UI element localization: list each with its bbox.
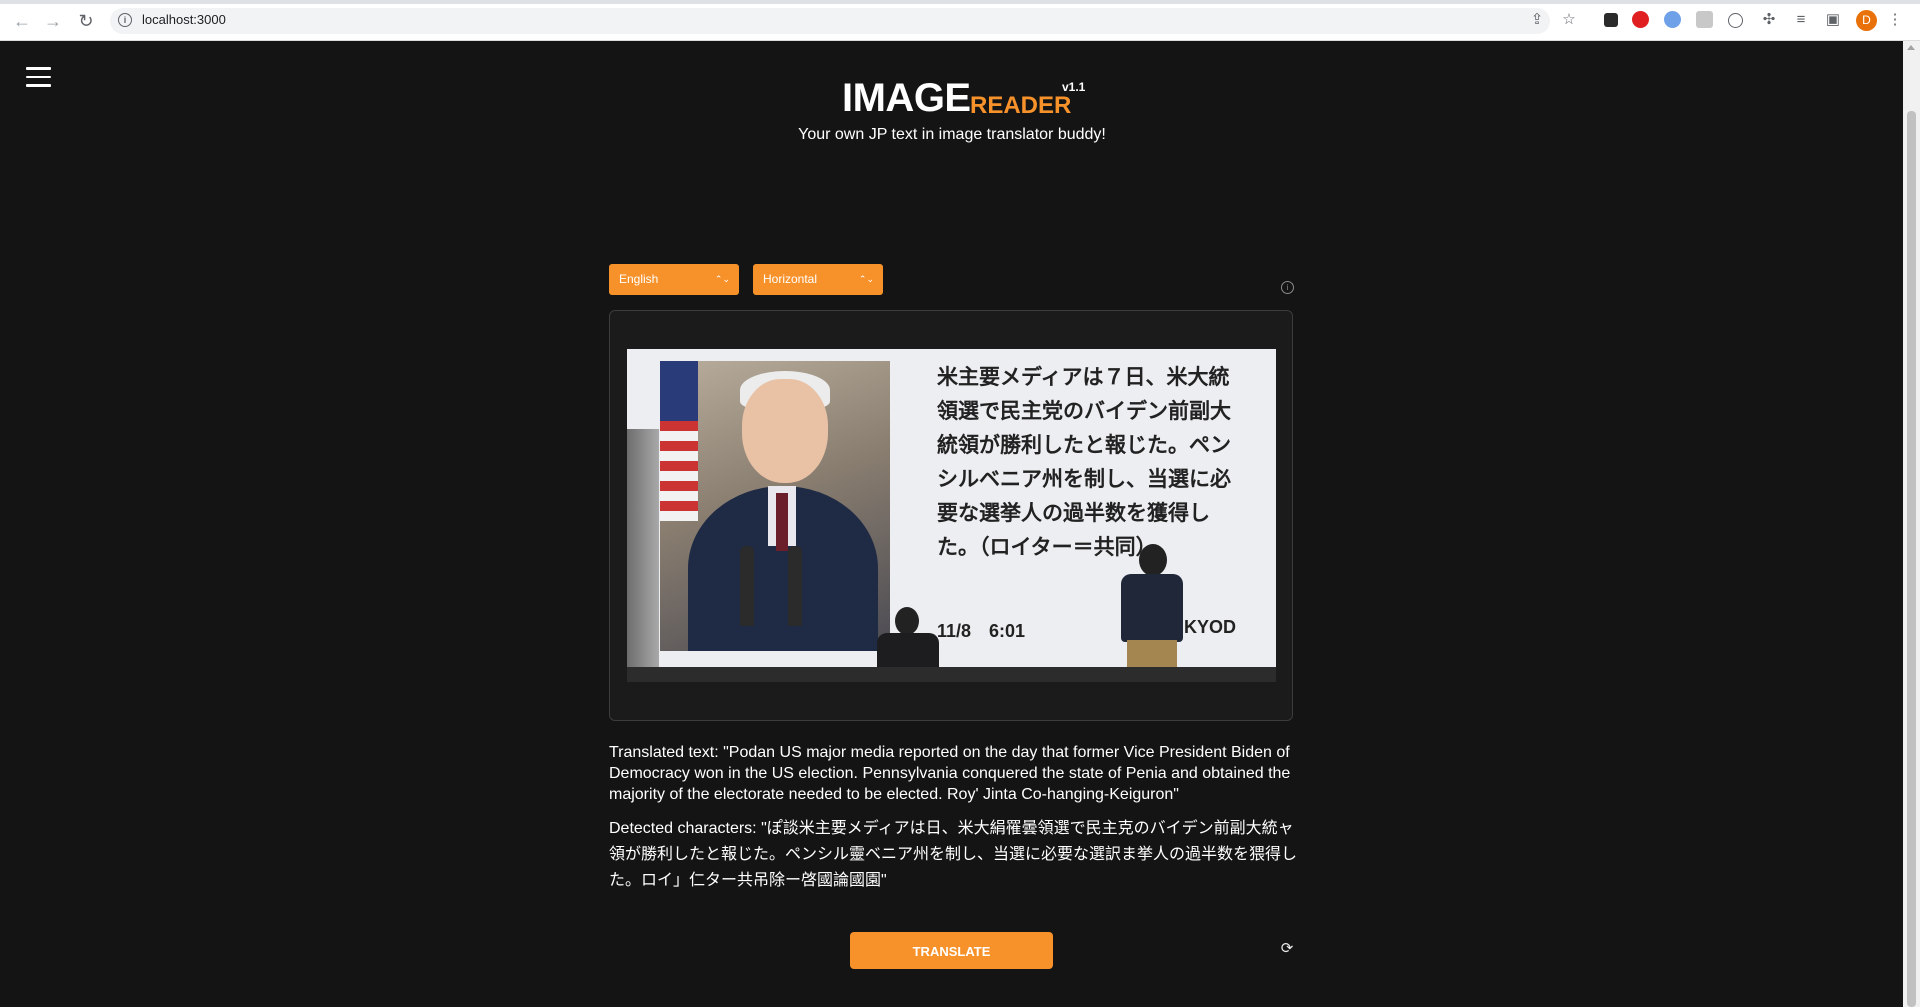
- reload-icon[interactable]: ↻: [76, 12, 96, 30]
- language-select-value: English: [619, 272, 659, 286]
- orientation-select-value: Horizontal: [763, 272, 818, 286]
- app-logo: IMAGE READER v1.1: [842, 76, 1102, 120]
- reading-list-icon[interactable]: ≡: [1792, 11, 1810, 29]
- site-info-icon[interactable]: i: [118, 13, 132, 27]
- tagline: Your own JP text in image translator bud…: [798, 126, 1106, 143]
- logo-reader-text: READER: [970, 92, 1072, 119]
- logo-image-text: IMAGE: [842, 76, 971, 120]
- hamburger-menu-icon[interactable]: [26, 67, 51, 87]
- browser-toolbar: ← → ↻ i localhost:3000 ⇪ ☆ ✣ ≡ ▣ D ⋮: [0, 0, 1920, 41]
- browser-menu-icon[interactable]: ⋮: [1886, 11, 1904, 29]
- version-badge: v1.1: [1062, 80, 1086, 94]
- image-jp-caption: 米主要メディアは７日、米大統領選で民主党のバイデン前副大統領が勝利したと報じた。…: [937, 366, 1231, 559]
- tab-strip: [0, 0, 1920, 4]
- extensions-puzzle-icon[interactable]: ✣: [1760, 11, 1778, 29]
- translated-text: Translated text: "Podan US major media r…: [609, 744, 1291, 803]
- image-left-panel: [627, 429, 659, 669]
- info-icon[interactable]: i: [1281, 281, 1294, 294]
- forward-arrow-icon[interactable]: →: [43, 12, 63, 30]
- uploaded-image: 米主要メディアは７日、米大統領選で民主党のバイデン前副大統領が勝利したと報じた。…: [627, 349, 1276, 682]
- image-person-standing: [1117, 544, 1187, 682]
- language-select[interactable]: English ⌃⌄: [609, 264, 739, 295]
- bookmark-star-icon[interactable]: ☆: [1560, 11, 1578, 29]
- extension-opera-icon[interactable]: [1632, 11, 1649, 28]
- scrollbar-thumb[interactable]: [1907, 111, 1916, 1007]
- scroll-up-arrow-icon[interactable]: [1907, 45, 1915, 50]
- select-chevron-icon: ⌃⌄: [858, 274, 874, 284]
- select-chevron-icon: ⌃⌄: [714, 274, 730, 284]
- profile-avatar[interactable]: D: [1856, 10, 1877, 31]
- image-source-label: KYOD: [1184, 617, 1237, 637]
- page-scrollbar[interactable]: [1903, 41, 1920, 1007]
- address-bar[interactable]: i localhost:3000: [110, 8, 1550, 34]
- extension-lens-icon[interactable]: [1728, 13, 1743, 28]
- detected-characters: Detected characters: "ぽ談米主要メディアは日、米大絹罹曇領…: [609, 820, 1298, 889]
- image-stage-floor: [627, 667, 1276, 682]
- side-panel-icon[interactable]: ▣: [1824, 11, 1842, 29]
- extension-translate-icon[interactable]: [1696, 11, 1713, 28]
- image-portrait: [660, 361, 890, 651]
- translate-button[interactable]: TRANSLATE: [850, 932, 1053, 969]
- orientation-select[interactable]: Horizontal ⌃⌄: [753, 264, 883, 295]
- extension-search-icon[interactable]: [1664, 11, 1681, 28]
- refresh-icon[interactable]: ⟳: [1279, 941, 1295, 957]
- image-timestamp: 11/8 6:01: [937, 621, 1026, 641]
- extension-pen-icon[interactable]: [1604, 13, 1618, 27]
- share-icon[interactable]: ⇪: [1528, 11, 1546, 29]
- url-text: localhost:3000: [142, 12, 226, 27]
- back-arrow-icon[interactable]: ←: [12, 12, 32, 30]
